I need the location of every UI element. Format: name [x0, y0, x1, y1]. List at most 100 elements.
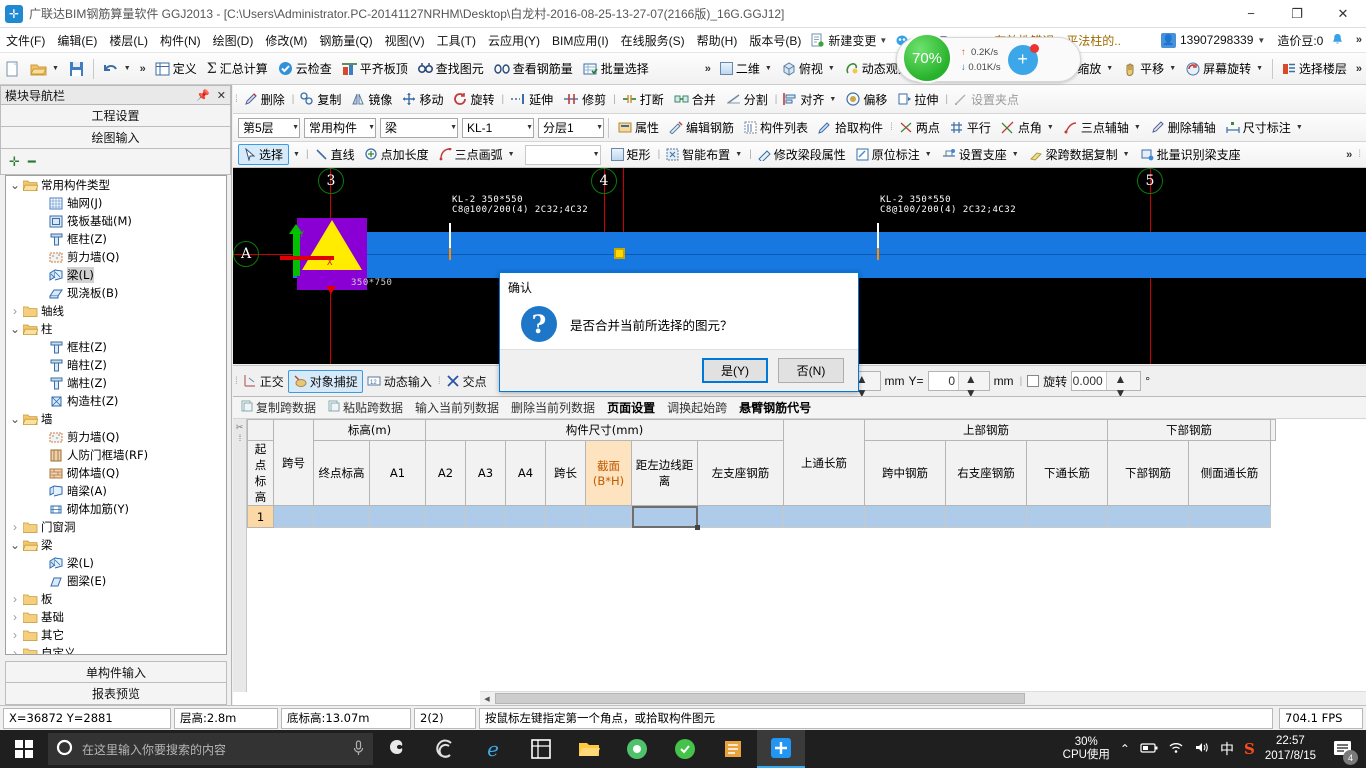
group-header-3[interactable]: 构件尺寸(mm): [425, 419, 784, 441]
draw-toolbar-overflow[interactable]: »: [1342, 149, 1356, 161]
draw-extra-chevron-down-icon[interactable]: ▼: [593, 151, 600, 158]
cpu-usage-indicator[interactable]: 30% CPU使用: [1063, 736, 1110, 762]
collapse-all-icon[interactable]: ━: [28, 154, 36, 170]
table-row[interactable]: 1: [247, 505, 1276, 531]
menu-tools[interactable]: 工具(T): [431, 29, 482, 52]
notification-center-button[interactable]: 4: [1326, 730, 1360, 768]
find-element-button[interactable]: 查找图元: [413, 56, 489, 82]
y-spinner[interactable]: ▲ ▼: [958, 372, 989, 400]
point-angle-axis-button[interactable]: 点角 ▼: [996, 115, 1059, 141]
column-header-7[interactable]: 截面(B*H): [585, 440, 632, 506]
column-header-9[interactable]: 左支座钢筋: [697, 440, 784, 506]
bell-icon[interactable]: [1331, 33, 1345, 47]
menu-draw[interactable]: 绘图(D): [207, 29, 260, 52]
new-change-button[interactable]: 新建变更 ▼: [807, 32, 891, 49]
cell-0-7[interactable]: [631, 505, 701, 531]
tree-item-4[interactable]: 剪力墙(Q): [6, 248, 226, 266]
arc-chevron-down-icon[interactable]: ▼: [508, 151, 515, 158]
rotate-button[interactable]: 旋转: [448, 86, 499, 112]
network-speed-widget[interactable]: 70% ↑ 0.2K/s ↓ 0.01K/s +: [896, 33, 1081, 83]
tree-item-26[interactable]: › 自定义: [6, 644, 226, 654]
column-header-6[interactable]: 跨长: [545, 440, 586, 506]
tree-item-17[interactable]: 暗梁(A): [6, 482, 226, 500]
component-tree[interactable]: ⌄ 常用构件类型 轴网(J) 筏板基础(M) 框柱(Z) 剪力墙(Q) 梁(L) 现浇板(B)…: [5, 175, 227, 655]
close-button[interactable]: ✕: [1320, 0, 1366, 28]
grid-toolbar-item-5[interactable]: 调换起始跨: [662, 398, 732, 417]
chevron-down-icon[interactable]: ⌄: [8, 538, 22, 552]
intersection-snap-toggle[interactable]: 交点: [442, 371, 491, 392]
align-chevron-down-icon[interactable]: ▼: [829, 96, 836, 103]
tree-item-12[interactable]: 构造柱(Z): [6, 392, 226, 410]
column-header-10[interactable]: 跨中钢筋: [864, 440, 946, 506]
taskbar-app-glodon-ggj[interactable]: [757, 730, 805, 768]
grid-horizontal-scrollbar[interactable]: ◀ ▶: [480, 691, 1366, 706]
chevron-right-icon[interactable]: ›: [8, 628, 22, 642]
toolbar-overflow-mid[interactable]: »: [701, 63, 715, 75]
set-support-chevron-down-icon[interactable]: ▼: [1012, 151, 1019, 158]
edit-beam-segment-button[interactable]: 修改梁段属性: [753, 142, 851, 168]
row-number[interactable]: 1: [247, 505, 274, 528]
view-2d-button[interactable]: 二维 ▼: [715, 56, 777, 82]
merge-button[interactable]: 合并: [669, 86, 721, 112]
selection-handle[interactable]: [614, 248, 625, 259]
point-length-button[interactable]: 点加长度: [360, 142, 434, 168]
tray-chevron-up-icon[interactable]: ⌃: [1120, 742, 1130, 756]
group-chevron-down-icon[interactable]: ▼: [368, 124, 375, 131]
dimension-chevron-down-icon[interactable]: ▼: [1296, 124, 1303, 131]
name-chevron-down-icon[interactable]: ▼: [526, 124, 533, 131]
pick-component-button[interactable]: 拾取构件: [813, 115, 888, 141]
group-header-1[interactable]: 跨号: [273, 419, 314, 506]
open-chevron-down-icon[interactable]: ▼: [52, 65, 59, 72]
cloud-check-button[interactable]: 云检查: [273, 56, 337, 82]
grid-toolbar-item-1[interactable]: 粘贴跨数据: [323, 398, 408, 417]
toolbar-overflow-left[interactable]: »: [136, 63, 150, 75]
cell-0-4[interactable]: [505, 505, 546, 528]
chevron-down-icon[interactable]: ⌄: [8, 322, 22, 336]
batch-recognize-support-button[interactable]: 批量识别梁支座: [1135, 142, 1246, 168]
extend-button[interactable]: 延伸: [505, 86, 558, 112]
three-point-axis-button[interactable]: 三点辅轴 ▼: [1059, 115, 1146, 141]
column-header-11[interactable]: 右支座钢筋: [945, 440, 1027, 506]
menu-modify[interactable]: 修改(M): [259, 29, 313, 52]
project-settings-button[interactable]: 工程设置: [0, 105, 231, 127]
undo-button[interactable]: ▼: [98, 56, 136, 82]
tree-item-19[interactable]: › 门窗洞: [6, 518, 226, 536]
taskbar-app-notepad[interactable]: [709, 730, 757, 768]
top-view-button[interactable]: 俯视 ▼: [777, 56, 840, 82]
report-preview-button[interactable]: 报表预览: [5, 683, 227, 705]
tree-item-21[interactable]: 梁(L): [6, 554, 226, 572]
menu-file[interactable]: 文件(F): [0, 29, 51, 52]
speed-percent-circle[interactable]: 70%: [902, 33, 952, 83]
copy-span-data-button[interactable]: 梁跨数据复制 ▼: [1024, 142, 1135, 168]
component-group-select[interactable]: 常用构件 ▼: [304, 117, 376, 138]
tree-item-23[interactable]: › 板: [6, 590, 226, 608]
scroll-left-arrow[interactable]: ◀: [480, 691, 494, 706]
layer-chevron-down-icon[interactable]: ▼: [596, 124, 603, 131]
summary-calc-button[interactable]: Σ 汇总计算: [202, 56, 273, 82]
tree-item-18[interactable]: 砌体加筋(Y): [6, 500, 226, 518]
menu-edit[interactable]: 编辑(E): [51, 29, 103, 52]
tree-item-7[interactable]: › 轴线: [6, 302, 226, 320]
tree-item-25[interactable]: › 其它: [6, 626, 226, 644]
chevron-down-icon[interactable]: ⌄: [8, 412, 22, 426]
column-header-2[interactable]: A1: [369, 440, 426, 506]
rotate-checkbox[interactable]: [1027, 375, 1040, 387]
tree-item-11[interactable]: 端柱(Z): [6, 374, 226, 392]
cell-0-6[interactable]: [585, 505, 632, 528]
tree-item-15[interactable]: 人防门框墙(RF): [6, 446, 226, 464]
delete-axis-button[interactable]: 删除辅轴: [1146, 115, 1221, 141]
dynamic-input-toggle[interactable]: 12 动态输入: [363, 371, 436, 392]
grid-toolbar-item-0[interactable]: 复制跨数据: [236, 398, 321, 417]
two-point-axis-button[interactable]: 两点: [894, 115, 945, 141]
stretch-button[interactable]: 拉伸: [892, 86, 943, 112]
cell-0-14[interactable]: [1188, 505, 1271, 528]
tree-item-14[interactable]: 剪力墙(Q): [6, 428, 226, 446]
tree-item-10[interactable]: 暗柱(Z): [6, 356, 226, 374]
taskbar-app-spiral[interactable]: [421, 730, 469, 768]
define-button[interactable]: 定义: [150, 56, 202, 82]
offset-button[interactable]: 偏移: [841, 86, 892, 112]
close-icon[interactable]: ✕: [217, 89, 226, 102]
select-tool-button[interactable]: 选择: [238, 144, 290, 165]
grid-toolbar-item-6[interactable]: 悬臂钢筋代号: [734, 398, 816, 417]
chevron-down-icon[interactable]: ⌄: [8, 178, 22, 192]
